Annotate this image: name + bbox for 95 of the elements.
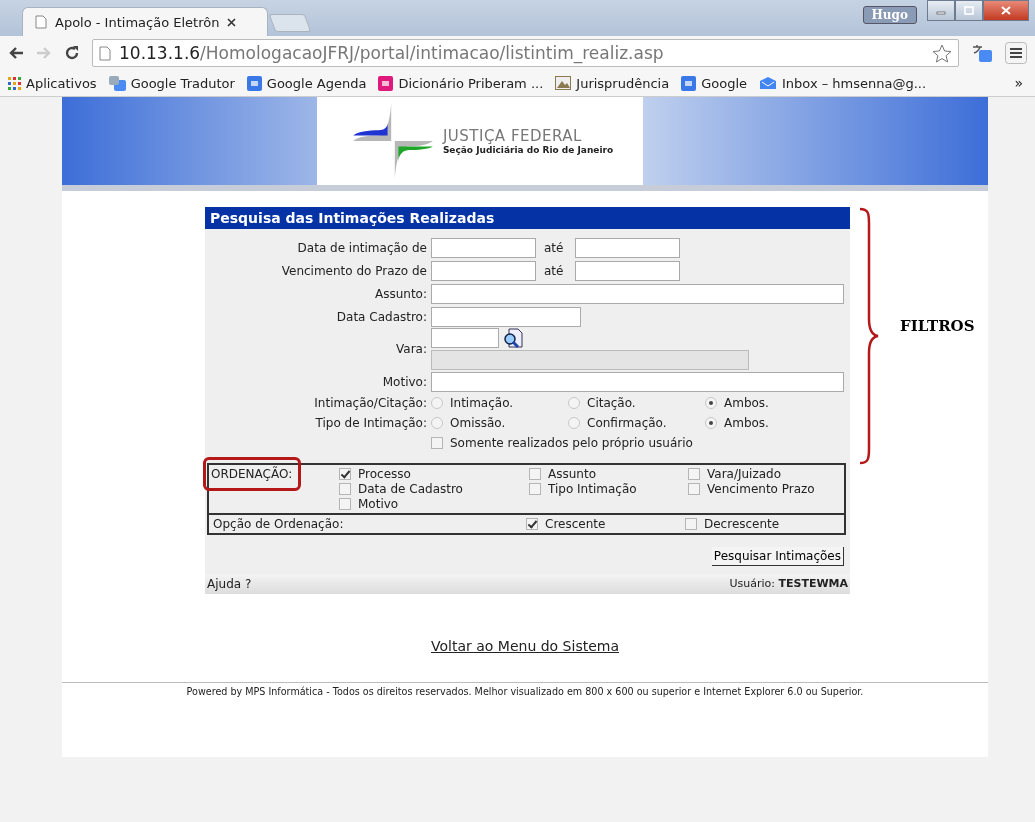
- checkbox[interactable]: [431, 437, 443, 449]
- field-label: Assunto:: [374, 286, 427, 301]
- field-label: Motivo:: [381, 374, 427, 389]
- bookmark[interactable]: Google Agenda: [246, 75, 367, 91]
- option-label: Citação.: [587, 396, 636, 410]
- field-label: Data de intimação de: [296, 240, 427, 255]
- radio-button[interactable]: [705, 417, 717, 429]
- close-icon: [1001, 6, 1011, 15]
- user-name: TESTEWMA: [778, 577, 848, 590]
- bookmark[interactable]: Aplicativos: [8, 75, 97, 91]
- checkbox[interactable]: [685, 518, 697, 530]
- close-button[interactable]: [983, 0, 1029, 21]
- field-label: Vara:: [395, 342, 427, 356]
- radio-button[interactable]: [431, 397, 443, 409]
- option-label: Assunto: [548, 467, 596, 481]
- translate-icon[interactable]: [971, 43, 993, 63]
- subject-field[interactable]: [431, 283, 844, 304]
- checkbox[interactable]: [339, 498, 351, 510]
- field-label: Tipo de Intimação:: [314, 416, 427, 430]
- option-label: Vara/Juizado: [707, 467, 782, 481]
- option-label: Intimação.: [450, 396, 514, 410]
- reason-field[interactable]: [431, 371, 844, 392]
- annotation-label: FILTROS: [900, 317, 975, 335]
- user-label: Usuário:: [729, 577, 775, 590]
- field-label: Intimação/Citação:: [313, 396, 427, 410]
- ordering-label: ORDENAÇÃO:: [211, 467, 293, 481]
- star-icon[interactable]: [932, 43, 952, 63]
- radio-button[interactable]: [705, 397, 717, 409]
- checkbox[interactable]: [526, 518, 538, 530]
- date-field[interactable]: [431, 306, 581, 327]
- reload-icon[interactable]: [64, 45, 80, 61]
- field-label: até: [543, 263, 565, 278]
- bookmark-icon: [681, 75, 697, 91]
- checkbox[interactable]: [688, 468, 700, 480]
- bookmark-icon: [378, 75, 394, 91]
- option-label: Vencimento Prazo: [707, 482, 815, 496]
- envelope-icon: [759, 76, 777, 90]
- minimize-button[interactable]: [927, 0, 955, 21]
- address-bar[interactable]: 10.13.1.6/HomologacaoJFRJ/portal/intimacao/listintim_realiz.asp: [92, 39, 959, 67]
- bookmark[interactable]: Jurisprudência: [555, 75, 670, 91]
- bookmark[interactable]: Inbox – hmsenna@g...: [759, 75, 927, 91]
- logo-title: JUSTIÇA FEDERAL: [442, 127, 583, 145]
- option-label: Crescente: [545, 517, 606, 531]
- field-label: até: [543, 240, 565, 255]
- bookmark[interactable]: Dicionário Priberam ...: [378, 75, 544, 91]
- page-icon: [99, 45, 111, 61]
- new-tab-button[interactable]: [268, 14, 312, 32]
- option-label: Omissão.: [450, 416, 506, 430]
- bookmark[interactable]: Google: [681, 75, 747, 91]
- ordering-option-label: Opção de Ordenação:: [212, 517, 345, 531]
- translate-icon: [108, 75, 126, 91]
- court-code-field[interactable]: [431, 328, 499, 348]
- checkbox[interactable]: [688, 483, 700, 495]
- field-label: Vencimento do Prazo de: [280, 263, 427, 278]
- footer-text: Powered by MPS Informática - Todos os direitos reservados. Melhor visualizado em 800 x 600 ou superior e Internet Explorer 6.0 ou Superior.: [62, 682, 988, 697]
- date-from-field[interactable]: [431, 260, 536, 281]
- checkbox[interactable]: [529, 483, 541, 495]
- date-to-field[interactable]: [575, 237, 681, 258]
- search-button[interactable]: Pesquisar Intimações: [711, 547, 844, 566]
- browser-tab[interactable]: Apolo - Intimação Eletrôn: [22, 7, 268, 36]
- help-link[interactable]: Ajuda ?: [207, 577, 252, 591]
- option-label: Motivo: [358, 497, 399, 511]
- date-to-field[interactable]: [575, 260, 681, 281]
- date-from-field[interactable]: [431, 237, 536, 258]
- forward-icon[interactable]: [36, 46, 52, 60]
- menu-icon[interactable]: [1005, 42, 1027, 64]
- option-label: Data de Cadastro: [358, 482, 463, 496]
- back-link[interactable]: Voltar ao Menu do Sistema: [431, 638, 619, 654]
- back-icon[interactable]: [8, 46, 24, 60]
- apps-grid-icon: [8, 76, 21, 90]
- maximize-button[interactable]: [955, 0, 983, 21]
- option-label: Tipo Intimação: [548, 482, 637, 496]
- image-icon: [555, 76, 572, 90]
- option-label: Processo: [358, 467, 411, 481]
- checkbox[interactable]: [339, 483, 351, 495]
- panel-title: Pesquisa das Intimações Realizadas: [205, 207, 850, 229]
- option-label: Ambos.: [724, 416, 769, 430]
- logo-subtitle: Seção Judiciária do Rio de Janeiro: [442, 145, 614, 155]
- option-label: Decrescente: [704, 517, 780, 531]
- page-icon: [35, 15, 47, 29]
- radio-button[interactable]: [568, 397, 580, 409]
- option-label: Somente realizados pelo próprio usuário: [450, 436, 693, 450]
- checkbox[interactable]: [339, 468, 351, 480]
- checkbox[interactable]: [529, 468, 541, 480]
- lookup-icon[interactable]: [503, 328, 523, 348]
- radio-button[interactable]: [568, 417, 580, 429]
- maximize-icon: [964, 6, 974, 15]
- option-label: Ambos.: [724, 396, 769, 410]
- close-icon[interactable]: [227, 17, 237, 27]
- option-label: Confirmação.: [587, 416, 667, 430]
- bookmark[interactable]: Google Tradutor: [108, 75, 235, 91]
- bookmark-icon: [246, 75, 262, 91]
- radio-button[interactable]: [431, 417, 443, 429]
- more-bookmarks-button[interactable]: »: [1014, 75, 1027, 91]
- field-label: Data Cadastro:: [335, 309, 427, 324]
